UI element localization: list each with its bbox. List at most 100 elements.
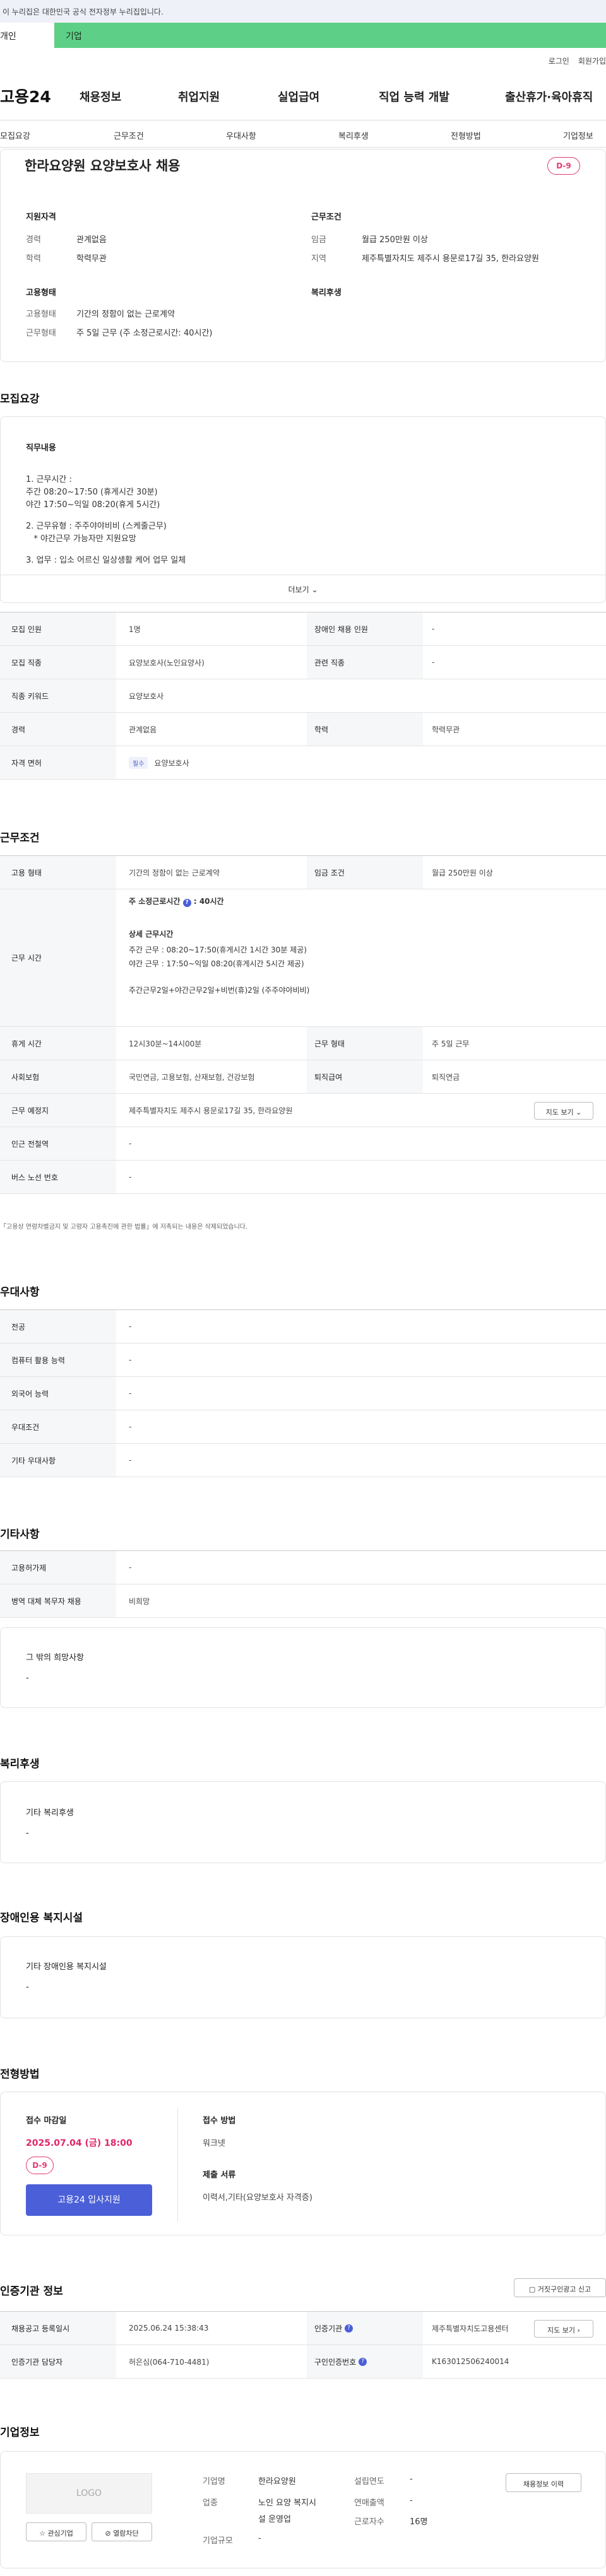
employment-heading: 고용형태 — [26, 288, 56, 298]
tab-company[interactable]: 기업정보 — [563, 129, 593, 141]
table-row: 자격 면허 필수 요양보호사 — [0, 746, 606, 780]
table-row: 고용 형태 기간의 정함이 없는 근로계약 임금 조건 월급 250만원 이상 — [0, 856, 606, 889]
tab-recruit[interactable]: 모집요강 — [0, 129, 30, 141]
gov-banner: 이 누리집은 대한민국 공식 전자정부 누리집입니다. — [0, 0, 606, 23]
legal-note: 「고용상 연령차별금지 및 고령자 고용촉진에 관한 법률」에 저촉되는 내용은… — [0, 1224, 248, 1231]
preference-table: 전공 - 컴퓨터 활용 능력 - 외국어 능력 - 우대조건 - 기타 우대사항 - — [0, 1309, 606, 1477]
work-form-label: 근무형태 — [26, 329, 56, 338]
qualification-heading: 지원자격 — [26, 213, 56, 222]
user-type-tabs: 개인 기업 — [0, 23, 606, 48]
gnb-employment-support[interactable]: 취업지원 — [178, 88, 220, 105]
utility-links: 로그인 회원가입 — [540, 56, 606, 66]
job-summary-card: 한라요양원 요양보호사 채용 D-9 지원자격 경력 관계없음 학력 학력무관 … — [0, 149, 606, 362]
tab-welfare[interactable]: 복리후생 — [338, 129, 369, 141]
tab-company[interactable]: 기업 — [66, 30, 82, 42]
wage-value: 월급 250만원 이상 — [362, 235, 428, 245]
preference-heading: 우대사항 — [0, 1286, 40, 1299]
block-icon: ⊘ — [105, 2529, 111, 2538]
more-button[interactable]: 더보기 ⌄ — [1, 575, 605, 602]
gnb-jobs[interactable]: 채용정보 — [80, 88, 121, 105]
apply-button[interactable]: 고용24 입사지원 — [26, 2184, 152, 2216]
welfare-heading: 복리후생 — [311, 288, 342, 298]
duty-heading: 직무내용 — [26, 443, 56, 453]
education-value: 학력무관 — [76, 254, 107, 264]
career-label: 경력 — [26, 235, 41, 245]
company-heading: 기업정보 — [0, 2427, 40, 2439]
region-label: 지역 — [311, 254, 326, 264]
favorite-button[interactable]: ☆ 관심기업 — [26, 2522, 86, 2541]
table-row: 인증기관 담당자 허은심(064-710-4481) 구인인증번호 ? K163012… — [0, 2345, 606, 2379]
divider — [177, 2109, 178, 2222]
document-icon: ▢ — [528, 2285, 536, 2293]
report-button[interactable]: ▢ 거짓구인광고 신고 — [514, 2278, 606, 2297]
table-row: 사회보험 국민연금, 고용보험, 산재보험, 건강보험 퇴직급여 퇴직연금 — [0, 1060, 606, 1094]
section-tabs: 모집요강 근무조건 우대사항 복리후생 전형방법 기업정보 — [0, 120, 606, 148]
etc-table: 고용허가제 - 병역 대체 복무자 채용 비희망 — [0, 1550, 606, 1618]
tab-preference[interactable]: 우대사항 — [226, 129, 256, 141]
map-button[interactable]: 지도 보기 ⌄ — [534, 1102, 593, 1120]
work-form-value: 주 5일 근무 (주 소정근로시간: 40시간) — [76, 329, 213, 338]
block-button[interactable]: ⊘ 열람차단 — [92, 2522, 152, 2541]
gnb-parental-leave[interactable]: 출산휴가·육아휴직 — [505, 88, 593, 105]
conditions-table: 고용 형태 기간의 정함이 없는 근로계약 임금 조건 월급 250만원 이상 근무 … — [0, 855, 606, 1194]
other-wish-box: 그 밖의 희망사항 - — [0, 1627, 606, 1708]
table-row: 컴퓨터 활용 능력 - — [0, 1344, 606, 1377]
login-link[interactable]: 로그인 — [549, 57, 569, 66]
education-label: 학력 — [26, 254, 41, 264]
recruit-table: 모집 인원 1명 장애인 채용 인원 - 모집 직종 요양보호사(노인요양사) 관련 직종… — [0, 612, 606, 780]
conditions-section-heading: 근무조건 — [0, 832, 40, 845]
duty-card: 직무내용 1. 근무시간 : 주간 08:20~17:50 (휴게시간 30분) 야… — [0, 416, 606, 603]
table-row: 인근 전철역 - — [0, 1127, 606, 1161]
info-icon[interactable]: ? — [345, 2324, 353, 2333]
gnb-unemployment-benefit[interactable]: 실업급여 — [278, 88, 319, 105]
table-row: 기타 우대사항 - — [0, 1444, 606, 1477]
process-dday-badge: D-9 — [26, 2157, 54, 2174]
career-value: 관계없음 — [76, 235, 107, 245]
deadline-date: 2025.07.04 (금) 18:00 — [26, 2138, 133, 2148]
gnb-vocational-training[interactable]: 직업 능력 개발 — [379, 88, 449, 105]
recruit-heading: 모집요강 — [0, 393, 40, 406]
table-row: 외국어 능력 - — [0, 1377, 606, 1410]
tab-conditions[interactable]: 근무조건 — [114, 129, 144, 141]
signup-link[interactable]: 회원가입 — [578, 57, 606, 66]
welfare-box: 기타 복리후생 - — [0, 1781, 606, 1863]
tab-process[interactable]: 전형방법 — [451, 129, 481, 141]
table-row: 경력 관계없음 학력 학력무관 — [0, 713, 606, 746]
company-box: LOGO ☆ 관심기업 ⊘ 열람차단 기업명 한라요양원 업종 노인 요양 복지… — [0, 2451, 606, 2568]
etc-heading: 기타사항 — [0, 1528, 40, 1541]
table-row: 모집 인원 1명 장애인 채용 인원 - — [0, 612, 606, 646]
process-heading: 전형방법 — [0, 2068, 40, 2081]
table-row: 버스 노선 번호 - — [0, 1161, 606, 1194]
work-hours-detail: 주 소정근로시간 ? : 40시간 상세 근무시간 주간 근무 : 08:20~… — [129, 897, 310, 995]
table-row: 고용허가제 - — [0, 1551, 606, 1584]
disability-box: 기타 장애인용 복지시설 - — [0, 1936, 606, 2018]
table-row: 전공 - — [0, 1310, 606, 1344]
info-icon[interactable]: ? — [182, 899, 191, 907]
welfare-section-heading: 복리후생 — [0, 1758, 40, 1771]
table-row: 근무 예정지 제주특별자치도 제주시 용문로17길 35, 한라요양원 지도 보기 … — [0, 1094, 606, 1127]
table-row: 휴게 시간 12시30분~14시00분 근무 형태 주 5일 근무 — [0, 1027, 606, 1060]
company-logo: LOGO — [26, 2473, 152, 2514]
table-row: 모집 직종 요양보호사(노인요양사) 관련 직종 - — [0, 646, 606, 679]
cert-map-button[interactable]: 지도 보기 › — [534, 2320, 593, 2338]
global-nav: 채용정보 취업지원 실업급여 직업 능력 개발 출산휴가·육아휴직 — [0, 88, 606, 107]
wage-label: 임금 — [311, 235, 326, 245]
process-box: 접수 마감일 2025.07.04 (금) 18:00 D-9 고용24 입사지… — [0, 2092, 606, 2235]
chevron-down-icon: ⌄ — [311, 585, 318, 594]
star-icon: ☆ — [39, 2529, 45, 2538]
cert-table: 채용공고 등록일시 2025.06.24 15:38:43 인증기관 ? 제주특별자치… — [0, 2311, 606, 2379]
job-title: 한라요양원 요양보호사 채용 — [25, 158, 181, 173]
disability-heading: 장애인용 복지시설 — [0, 1912, 83, 1924]
table-row: 우대조건 - — [0, 1410, 606, 1444]
conditions-heading: 근무조건 — [311, 213, 342, 222]
emp-type-value: 기간의 정함이 없는 근로계약 — [76, 310, 175, 319]
tab-personal[interactable]: 개인 — [0, 23, 54, 48]
history-button[interactable]: 채용정보 이력 — [506, 2473, 581, 2492]
info-icon[interactable]: ? — [359, 2357, 367, 2366]
table-row: 병역 대체 복무자 채용 비희망 — [0, 1584, 606, 1618]
table-row: 직종 키워드 요양보호사 — [0, 679, 606, 713]
cert-heading: 인증기관 정보 — [0, 2285, 63, 2298]
table-row: 채용공고 등록일시 2025.06.24 15:38:43 인증기관 ? 제주특별자치… — [0, 2312, 606, 2345]
duty-text: 1. 근무시간 : 주간 08:20~17:50 (휴게시간 30분) 야간 17:… — [26, 475, 186, 565]
region-value: 제주특별자치도 제주시 용문로17길 35, 한라요양원 — [362, 254, 539, 264]
